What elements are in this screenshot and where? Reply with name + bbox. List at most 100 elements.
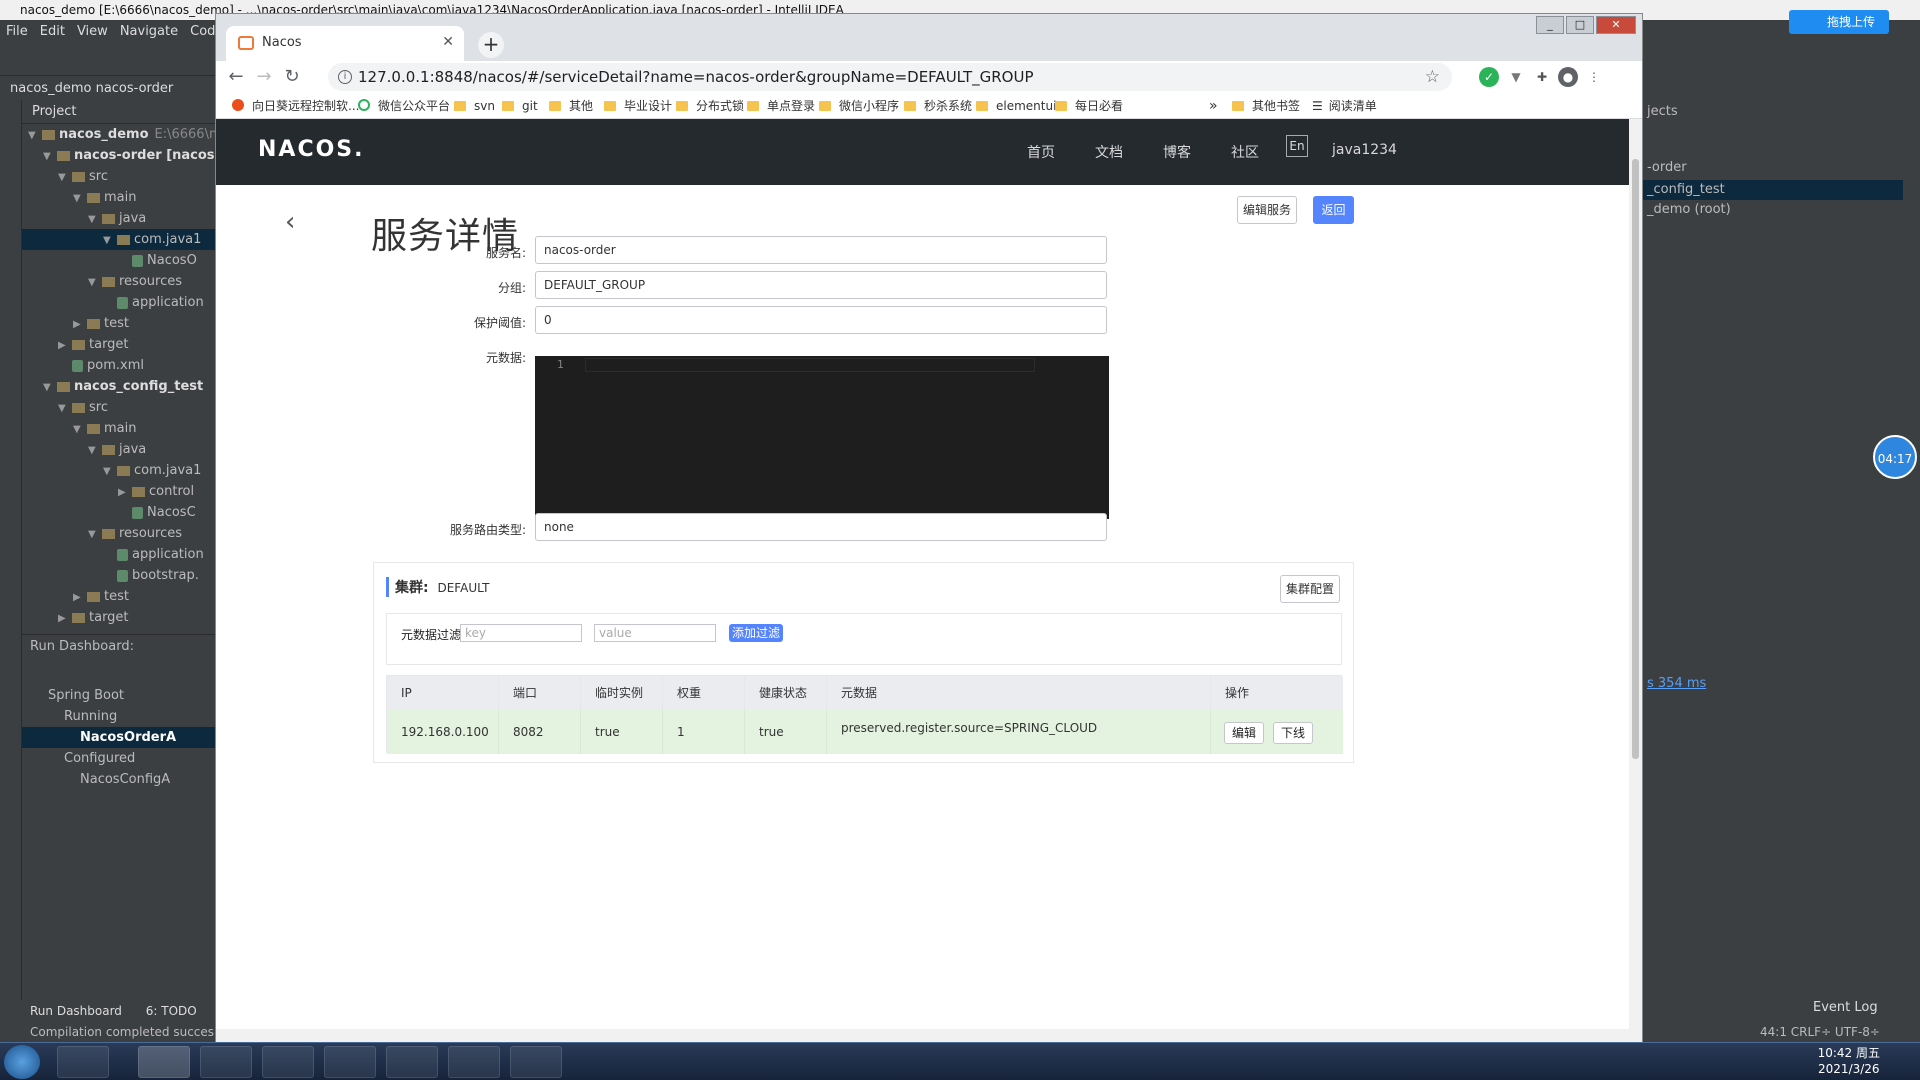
right-item-config-test[interactable]: _config_test: [1643, 180, 1903, 200]
bookmark-sso[interactable]: 单点登录: [747, 97, 815, 115]
tree-item[interactable]: ▼ com.java1: [22, 229, 215, 250]
user-name[interactable]: java1234: [1332, 142, 1397, 158]
extension-filter-icon[interactable]: ▼: [1506, 67, 1526, 87]
taskbar-app-icon[interactable]: [200, 1046, 252, 1078]
right-item-order[interactable]: -order: [1647, 160, 1687, 175]
metadata-editor[interactable]: 1: [535, 356, 1109, 620]
info-icon[interactable]: i: [338, 70, 352, 84]
forward-icon[interactable]: →: [252, 65, 276, 89]
chevron-right-icon[interactable]: ▶: [58, 335, 72, 355]
nav-docs[interactable]: 文档: [1095, 142, 1123, 162]
language-toggle[interactable]: En: [1286, 135, 1308, 157]
filter-key-input[interactable]: key: [460, 624, 582, 642]
chevron-right-icon[interactable]: ▶: [118, 482, 132, 502]
bookmark-daily[interactable]: 每日必看: [1055, 97, 1123, 115]
cluster-config-button[interactable]: 集群配置: [1280, 575, 1340, 603]
tree-item[interactable]: ▼ nacos_config_test: [22, 376, 215, 397]
edit-service-button[interactable]: 编辑服务: [1237, 196, 1297, 224]
bookmark-other-folder[interactable]: 其他书签: [1232, 97, 1300, 115]
tree-item[interactable]: ▼ resources: [22, 523, 215, 544]
tree-item[interactable]: ▼ src: [22, 166, 215, 187]
url-input[interactable]: i 127.0.0.1:8848/nacos/#/serviceDetail?n…: [328, 63, 1452, 91]
chevron-down-icon[interactable]: ▼: [88, 440, 102, 460]
tree-item[interactable]: ▶ target: [22, 607, 215, 628]
run-dashboard-tab[interactable]: Run Dashboard: [30, 1004, 122, 1018]
tree-item[interactable]: ▶ test: [22, 586, 215, 607]
nav-community[interactable]: 社区: [1231, 142, 1259, 162]
chevron-down-icon[interactable]: ▼: [88, 272, 102, 292]
bookmarks-more-icon[interactable]: »: [1209, 97, 1218, 115]
project-panel-header[interactable]: Project: [22, 100, 215, 124]
run-tree-item[interactable]: NacosConfigA: [22, 769, 215, 790]
nav-home[interactable]: 首页: [1027, 142, 1055, 162]
run-tree-item[interactable]: Spring Boot: [22, 685, 215, 706]
right-item-demo[interactable]: _demo (root): [1647, 202, 1731, 217]
explorer-icon[interactable]: [510, 1046, 562, 1078]
chrome-icon[interactable]: [138, 1046, 190, 1078]
terminal-icon[interactable]: [448, 1046, 500, 1078]
chevron-right-icon[interactable]: ▶: [73, 314, 87, 334]
chevron-down-icon[interactable]: ▼: [28, 125, 42, 145]
tab-close-icon[interactable]: ✕: [442, 26, 454, 59]
profile-icon[interactable]: ●: [1558, 67, 1578, 87]
menu-view[interactable]: View: [77, 24, 108, 39]
add-filter-button[interactable]: 添加过滤: [729, 624, 783, 642]
tree-item[interactable]: pom.xml: [22, 355, 215, 376]
extension-check-icon[interactable]: ✓: [1479, 67, 1499, 87]
chevron-down-icon[interactable]: ▼: [88, 524, 102, 544]
start-icon[interactable]: [4, 1045, 40, 1079]
menu-edit[interactable]: Edit: [40, 24, 65, 39]
run-tree-item[interactable]: Configured: [22, 748, 215, 769]
tree-item[interactable]: application: [22, 292, 215, 313]
bookmark-graduation[interactable]: 毕业设计: [604, 97, 672, 115]
back-icon[interactable]: ←: [224, 65, 248, 89]
threshold-field[interactable]: 0: [535, 306, 1107, 334]
tree-item[interactable]: ▼ src: [22, 397, 215, 418]
close-icon[interactable]: ✕: [1596, 16, 1636, 34]
maximize-icon[interactable]: □: [1566, 16, 1594, 34]
nav-blog[interactable]: 博客: [1163, 142, 1191, 162]
chevron-right-icon[interactable]: ▶: [58, 608, 72, 628]
scroll-thumb[interactable]: [1632, 159, 1639, 759]
intellij-icon[interactable]: [324, 1046, 376, 1078]
run-tree-item[interactable]: Running: [22, 706, 215, 727]
filter-value-input[interactable]: value: [594, 624, 716, 642]
bookmark-miniprogram[interactable]: 微信小程序: [819, 97, 899, 115]
taskbar-app-icon[interactable]: [386, 1046, 438, 1078]
minimize-icon[interactable]: _: [1536, 16, 1564, 34]
taskbar-app-icon[interactable]: [262, 1046, 314, 1078]
right-link[interactable]: s 354 ms: [1647, 676, 1706, 691]
chevron-down-icon[interactable]: ▼: [58, 398, 72, 418]
tree-item[interactable]: NacosO: [22, 250, 215, 271]
menu-kebab-icon[interactable]: ⋮: [1584, 67, 1604, 87]
tree-item[interactable]: ▼ com.java1: [22, 460, 215, 481]
menu-navigate[interactable]: Navigate: [120, 24, 178, 39]
bookmark-star-icon[interactable]: ☆: [1425, 63, 1440, 91]
system-clock[interactable]: 10:42 周五 2021/3/26: [1818, 1045, 1880, 1077]
tree-item[interactable]: ▼ java: [22, 208, 215, 229]
tree-item[interactable]: application: [22, 544, 215, 565]
edit-instance-button[interactable]: 编辑: [1224, 722, 1264, 744]
tree-item[interactable]: ▼ main: [22, 187, 215, 208]
offline-instance-button[interactable]: 下线: [1273, 722, 1313, 744]
tree-item[interactable]: ▶ target: [22, 334, 215, 355]
chevron-right-icon[interactable]: ▶: [73, 587, 87, 607]
tree-item[interactable]: ▼ resources: [22, 271, 215, 292]
tree-item[interactable]: bootstrap.: [22, 565, 215, 586]
tree-item[interactable]: ▼ java: [22, 439, 215, 460]
tree-item[interactable]: ▼ main: [22, 418, 215, 439]
chevron-down-icon[interactable]: ▼: [58, 167, 72, 187]
chevron-down-icon[interactable]: ▼: [73, 188, 87, 208]
chevron-down-icon[interactable]: ▼: [88, 209, 102, 229]
group-field[interactable]: DEFAULT_GROUP: [535, 271, 1107, 299]
page-horizontal-scrollbar[interactable]: [216, 1029, 1629, 1042]
tree-item[interactable]: ▼ nacos-order [nacosord: [22, 145, 215, 166]
chevron-down-icon[interactable]: ▼: [73, 419, 87, 439]
new-tab-icon[interactable]: +: [478, 32, 504, 58]
bookmark-seckill[interactable]: 秒杀系统: [904, 97, 972, 115]
back-button[interactable]: 返回: [1313, 196, 1354, 224]
tree-item[interactable]: ▶ control: [22, 481, 215, 502]
chevron-down-icon[interactable]: ▼: [103, 461, 117, 481]
bookmark-sunlogin[interactable]: 向日葵远程控制软...: [232, 97, 359, 115]
bookmark-dist-lock[interactable]: 分布式锁: [676, 97, 744, 115]
